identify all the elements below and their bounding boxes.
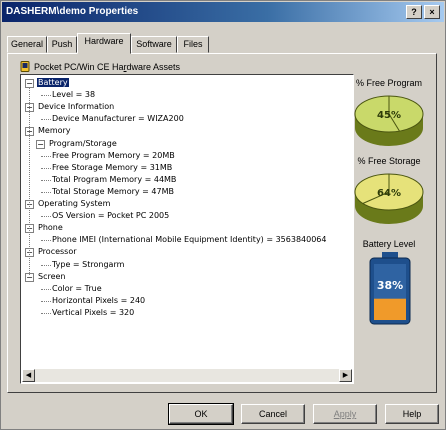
tree-item[interactable]: Level = 38 <box>51 89 96 101</box>
tree-connector <box>41 95 51 97</box>
tree-connector <box>41 155 51 157</box>
horizontal-scrollbar[interactable]: ◀ ▶ <box>22 369 352 382</box>
tab-hardware[interactable]: Hardware <box>77 33 131 54</box>
tree-connector <box>29 87 30 275</box>
tree-connector <box>41 240 51 242</box>
free-program-pie-icon: 45% <box>354 95 424 146</box>
battery-value: 38% <box>377 279 403 292</box>
help-button[interactable]: Help <box>385 404 439 424</box>
tree-item-label: Phone IMEI (International Mobile Equipme… <box>52 235 327 245</box>
tree-item-label: Memory <box>38 126 71 136</box>
tree-item[interactable]: Processor <box>37 246 78 258</box>
tab-software[interactable]: Software <box>131 36 177 53</box>
scroll-right-button[interactable]: ▶ <box>339 369 352 382</box>
group-title: Pocket PC/Win CE Hardware Assets <box>20 61 180 72</box>
tree-item-label: Screen <box>38 271 66 281</box>
tree-item-label: Total Program Memory = 44MB <box>52 174 177 184</box>
tree-item-label: Battery <box>37 78 69 87</box>
cancel-button[interactable]: Cancel <box>241 404 305 424</box>
tree-item-label: Color = True <box>52 283 102 293</box>
tree-item-label: Total Storage Memory = 47MB <box>52 186 174 196</box>
tree-item-label: Free Storage Memory = 31MB <box>52 162 173 172</box>
free-storage-pie-icon: 64% <box>354 173 424 224</box>
tree-item[interactable]: Free Storage Memory = 31MB <box>51 162 173 174</box>
tree-item[interactable]: Total Storage Memory = 47MB <box>51 186 175 198</box>
tree-connector <box>41 300 51 302</box>
tree-item[interactable]: Device Information <box>37 101 115 113</box>
ok-button[interactable]: OK <box>168 403 234 425</box>
tab-push[interactable]: Push <box>47 36 77 53</box>
tab-general[interactable]: General <box>7 36 47 53</box>
free-program-label: % Free Program <box>355 78 423 88</box>
tree-item-label: Level = 38 <box>52 90 96 100</box>
tree-connector <box>41 179 51 181</box>
tree-item[interactable]: Phone <box>37 222 64 234</box>
hardware-tree[interactable]: ◀ ▶ − Battery Level = 38− Device Informatio… <box>20 74 354 384</box>
tree-item[interactable]: Operating System <box>37 198 111 210</box>
tree-connector <box>41 216 51 218</box>
tree-item-label: Type = Strongarm <box>52 259 125 269</box>
tree-item[interactable]: Memory <box>37 125 72 137</box>
free-storage-value: 64% <box>377 188 401 199</box>
tree-connector <box>41 191 51 193</box>
hardware-panel: Pocket PC/Win CE Hardware Assets ◀ ▶ − Ba… <box>7 53 437 393</box>
tree-item-label: Processor <box>38 247 77 257</box>
properties-dialog: DASHERM\demo Properties ? × General Push… <box>0 0 446 430</box>
tree-item[interactable]: Program/Storage <box>48 138 118 150</box>
tree-item-label: Operating System <box>38 199 111 208</box>
tree-connector <box>41 167 51 169</box>
tree-item[interactable]: Free Program Memory = 20MB <box>51 150 176 162</box>
tree-item-label: Horizontal Pixels = 240 <box>52 295 146 305</box>
tree-item[interactable]: Battery <box>37 77 69 89</box>
tree-connector <box>41 264 51 266</box>
tree-item[interactable]: Color = True <box>51 283 103 295</box>
tree-item-label: Phone <box>38 223 63 233</box>
tree-item[interactable]: OS Version = Pocket PC 2005 <box>51 210 170 222</box>
tree-item[interactable]: Horizontal Pixels = 240 <box>51 295 146 307</box>
tree-collapse-icon[interactable]: − <box>36 139 45 149</box>
tree-item[interactable]: Vertical Pixels = 320 <box>51 307 135 319</box>
tree-item[interactable]: Screen <box>37 271 67 283</box>
help-title-button[interactable]: ? <box>406 5 422 19</box>
apply-button[interactable]: Apply <box>313 404 377 424</box>
window-title: DASHERM\demo Properties <box>6 6 139 17</box>
tab-files[interactable]: Files <box>177 36 209 53</box>
close-icon[interactable]: × <box>424 5 440 19</box>
tree-item-label: Vertical Pixels = 320 <box>52 307 135 317</box>
tree-connector <box>41 312 51 314</box>
device-icon <box>20 61 30 72</box>
free-program-value: 45% <box>377 110 401 121</box>
battery-icon: 38% <box>369 252 411 325</box>
free-storage-label: % Free Storage <box>357 156 421 166</box>
tree-item[interactable]: Device Manufacturer = WIZA200 <box>51 113 185 125</box>
tree-item-label: Device Manufacturer = WIZA200 <box>52 114 184 124</box>
title-bar[interactable]: DASHERM\demo Properties ? × <box>2 2 444 22</box>
scroll-left-button[interactable]: ◀ <box>22 369 35 382</box>
tree-item[interactable]: Type = Strongarm <box>51 259 125 271</box>
tree-item[interactable]: Total Program Memory = 44MB <box>51 174 177 186</box>
battery-level-label: Battery Level <box>362 239 416 249</box>
tree-item-label: Program/Storage <box>49 138 117 148</box>
tree-item-label: Free Program Memory = 20MB <box>52 150 175 160</box>
tree-item[interactable]: Phone IMEI (International Mobile Equipme… <box>51 234 328 246</box>
tree-connector <box>41 288 51 290</box>
tree-item-label: OS Version = Pocket PC 2005 <box>52 211 170 221</box>
tree-item-label: Device Information <box>38 102 115 112</box>
tree-connector <box>41 119 51 121</box>
